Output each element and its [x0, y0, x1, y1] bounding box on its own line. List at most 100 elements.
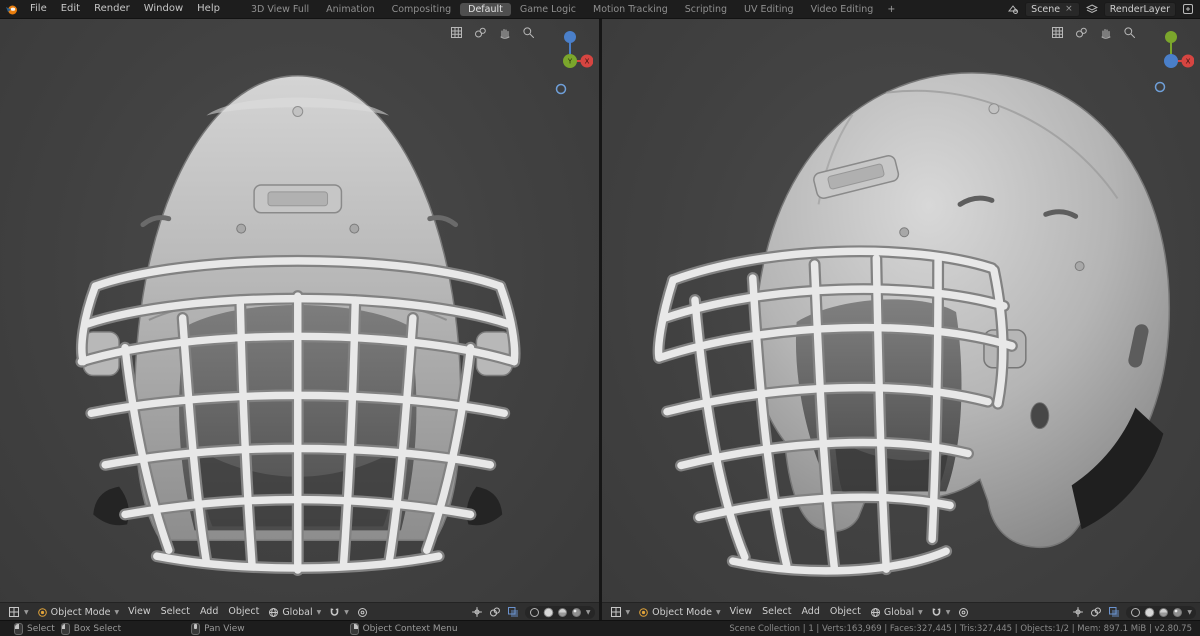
- status-hint-select: Select: [14, 622, 55, 635]
- shading-rendered-button[interactable]: [1172, 607, 1183, 618]
- tab-compositing[interactable]: Compositing: [384, 3, 460, 16]
- middle-mouse-icon: [191, 622, 201, 635]
- shading-solid-button[interactable]: [1144, 607, 1155, 618]
- shading-wireframe-button[interactable]: [529, 607, 540, 618]
- proportional-edit-icon[interactable]: [958, 607, 969, 618]
- viewport-nav-icons-right: [1051, 26, 1136, 39]
- axis-y-label: Y: [566, 58, 572, 66]
- zoom-icon[interactable]: [522, 26, 535, 39]
- add-workspace-button[interactable]: +: [882, 3, 900, 16]
- topbar: File Edit Render Window Help 3D View Ful…: [0, 0, 1200, 19]
- proportional-edit-icon[interactable]: [357, 607, 368, 618]
- shading-mode-buttons: ▼: [1126, 605, 1196, 619]
- menu-help[interactable]: Help: [190, 0, 227, 18]
- render-layer-selector[interactable]: RenderLayer: [1103, 1, 1176, 17]
- 3d-viewport-canvas-perspective[interactable]: [602, 19, 1200, 603]
- view-menu[interactable]: View: [123, 603, 156, 621]
- pan-hand-icon[interactable]: [498, 26, 511, 39]
- viewport-left[interactable]: X Y ▼ Object Mode ▼ View Select Add Obje…: [0, 19, 599, 621]
- camera-view-icon[interactable]: [1075, 26, 1088, 39]
- axis-neg-z-ball: [555, 83, 566, 95]
- shading-solid-button[interactable]: [543, 607, 554, 618]
- shading-material-button[interactable]: [557, 607, 568, 618]
- 3d-viewport-canvas-front[interactable]: [0, 19, 599, 603]
- transform-orientation-selector[interactable]: Global ▼: [268, 607, 321, 618]
- select-menu[interactable]: Select: [156, 603, 195, 621]
- orientation-label: Global: [883, 606, 915, 618]
- left-mouse-drag-icon: [60, 622, 70, 635]
- axis-x-label: X: [584, 58, 589, 66]
- snap-magnet-icon[interactable]: ▼: [329, 607, 349, 618]
- snap-magnet-icon[interactable]: ▼: [931, 607, 950, 618]
- mode-label: Object Mode: [652, 606, 712, 618]
- grid-ortho-icon[interactable]: [450, 26, 463, 39]
- grid-ortho-icon[interactable]: [1051, 26, 1064, 39]
- axis-neg-ball: [1154, 81, 1166, 93]
- shading-wireframe-button[interactable]: [1130, 607, 1141, 618]
- shading-material-button[interactable]: [1158, 607, 1169, 618]
- pan-hand-icon[interactable]: [1099, 26, 1112, 39]
- browse-scene-icon[interactable]: [1007, 3, 1019, 15]
- overlays-toggle-icon[interactable]: [489, 606, 501, 618]
- select-menu[interactable]: Select: [757, 603, 796, 621]
- tab-3d-view-full[interactable]: 3D View Full: [243, 3, 317, 16]
- axis-x-label: X: [1186, 58, 1191, 66]
- editor-type-button[interactable]: ▼: [8, 606, 29, 618]
- editor-type-button[interactable]: ▼: [610, 606, 630, 618]
- status-hint-context-menu: Object Context Menu: [349, 622, 458, 635]
- right-mouse-icon: [349, 622, 359, 635]
- status-hint-pan-view: Pan View: [191, 622, 245, 635]
- render-layer-label: RenderLayer: [1109, 3, 1170, 15]
- tab-default[interactable]: Default: [460, 2, 511, 16]
- new-layer-button[interactable]: [1182, 3, 1194, 15]
- left-mouse-icon: [14, 622, 23, 635]
- add-menu[interactable]: Add: [195, 603, 223, 621]
- menu-edit[interactable]: Edit: [54, 0, 87, 18]
- scene-statistics: Scene Collection | 1 | Verts:163,969 | F…: [729, 623, 1192, 634]
- topbar-right: Scene × RenderLayer: [1007, 1, 1194, 17]
- object-menu[interactable]: Object: [223, 603, 264, 621]
- zoom-icon[interactable]: [1123, 26, 1136, 39]
- viewport-header-left: ▼ Object Mode ▼ View Select Add Object G…: [0, 602, 599, 621]
- gizmo-toggle-icon[interactable]: [471, 606, 483, 618]
- mode-selector[interactable]: Object Mode ▼: [37, 607, 119, 618]
- shading-dropdown-icon[interactable]: ▼: [1187, 609, 1192, 616]
- workspace: X Y ▼ Object Mode ▼ View Select Add Obje…: [0, 19, 1200, 621]
- view-menu[interactable]: View: [725, 603, 758, 621]
- overlays-toggle-icon[interactable]: [1090, 606, 1102, 618]
- tab-motion-tracking[interactable]: Motion Tracking: [585, 3, 676, 16]
- shading-rendered-button[interactable]: [571, 607, 582, 618]
- tab-game-logic[interactable]: Game Logic: [512, 3, 584, 16]
- scene-unlink-button[interactable]: ×: [1064, 4, 1074, 14]
- navigation-gizmo-right[interactable]: X: [1148, 27, 1195, 105]
- statusbar: Select Box Select Pan View Object Contex…: [0, 620, 1200, 636]
- xray-toggle-icon[interactable]: [1108, 606, 1120, 618]
- tab-uv-editing[interactable]: UV Editing: [736, 3, 802, 16]
- object-menu[interactable]: Object: [825, 603, 866, 621]
- viewport-right[interactable]: X ▼ Object Mode ▼ View Select Add Object…: [601, 19, 1200, 621]
- helmet-perspective-model: [658, 72, 1170, 571]
- mode-selector[interactable]: Object Mode ▼: [638, 606, 721, 618]
- workspace-tabs: 3D View Full Animation Compositing Defau…: [243, 2, 901, 16]
- blender-logo-icon[interactable]: [5, 2, 19, 16]
- tab-video-editing[interactable]: Video Editing: [803, 3, 882, 16]
- orientation-label: Global: [282, 606, 313, 618]
- scene-selector[interactable]: Scene ×: [1025, 1, 1080, 17]
- menu-render[interactable]: Render: [87, 0, 137, 18]
- transform-orientation-selector[interactable]: Global ▼: [870, 607, 923, 618]
- navigation-gizmo-left[interactable]: X Y: [547, 27, 593, 105]
- tab-scripting[interactable]: Scripting: [677, 3, 735, 16]
- axis-z-ball: [563, 31, 576, 43]
- shading-dropdown-icon[interactable]: ▼: [586, 609, 591, 616]
- axis-z-ball: [1164, 54, 1178, 68]
- tab-animation[interactable]: Animation: [318, 3, 382, 16]
- mode-label: Object Mode: [50, 606, 111, 618]
- gizmo-toggle-icon[interactable]: [1072, 606, 1084, 618]
- menu-file[interactable]: File: [23, 0, 54, 18]
- viewport-header-right: ▼ Object Mode ▼ View Select Add Object G…: [601, 602, 1200, 621]
- xray-toggle-icon[interactable]: [507, 606, 519, 618]
- view-layer-icon[interactable]: [1085, 3, 1098, 15]
- menu-window[interactable]: Window: [137, 0, 190, 18]
- add-menu[interactable]: Add: [796, 603, 824, 621]
- camera-view-icon[interactable]: [474, 26, 487, 39]
